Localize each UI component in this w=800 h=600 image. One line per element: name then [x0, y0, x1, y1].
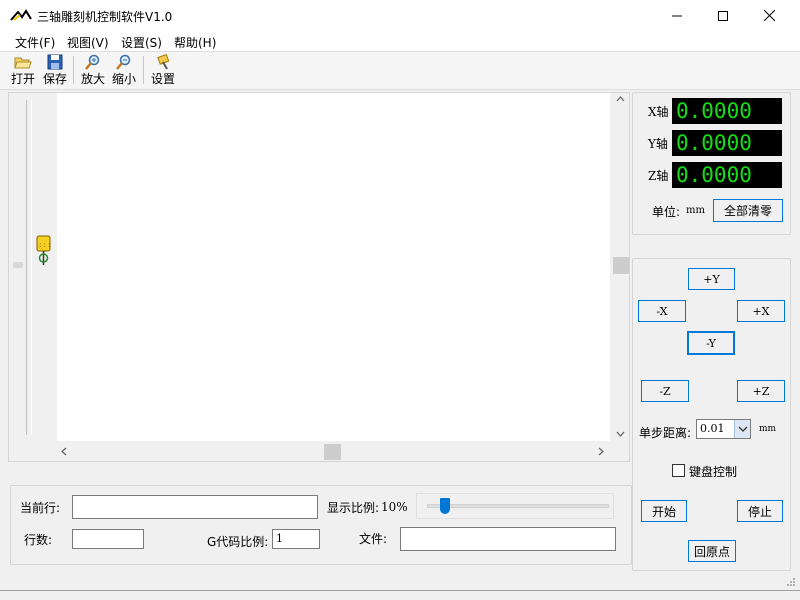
z-coordinate-display: 0.0000	[672, 162, 782, 188]
line-count-label: 行数:	[24, 533, 53, 547]
background-window-strip	[0, 590, 800, 600]
close-icon	[763, 10, 775, 21]
resize-grip-icon[interactable]	[784, 576, 796, 588]
close-button[interactable]	[746, 0, 792, 31]
settings-label: 设置	[150, 72, 175, 86]
wrench-settings-icon	[157, 54, 170, 70]
title-bar: 三轴雕刻机控制软件V1.0	[0, 0, 800, 31]
menu-view[interactable]: 视图(V)	[67, 34, 109, 51]
start-button[interactable]: 开始	[641, 500, 687, 522]
unit-value: mm	[686, 205, 705, 216]
keyboard-control-checkbox[interactable]	[672, 464, 685, 477]
spindle-tool-icon: : : :	[36, 235, 51, 265]
keyboard-control-label: 键盘控制	[689, 465, 738, 479]
folder-open-icon	[14, 57, 32, 69]
menu-help[interactable]: 帮助(H)	[174, 34, 216, 51]
vertical-scroll-thumb[interactable]	[613, 257, 629, 274]
stop-button[interactable]: 停止	[737, 500, 783, 522]
y-coordinate-display: 0.0000	[672, 130, 782, 156]
jog-minus-z-button[interactable]: -Z	[641, 380, 689, 402]
z-axis-label: Z轴	[648, 169, 669, 183]
display-scale-track	[427, 504, 609, 508]
scroll-left-icon[interactable]	[61, 447, 67, 456]
display-scale-label: 显示比例:	[327, 501, 380, 515]
zoom-in-label: 放大	[80, 72, 105, 86]
toolbar-separator	[143, 56, 144, 84]
file-label: 文件:	[359, 532, 388, 546]
line-count-field[interactable]	[72, 529, 144, 549]
open-label: 打开	[10, 72, 35, 86]
jog-plus-y-button[interactable]: +Y	[688, 268, 735, 290]
maximize-button[interactable]	[700, 0, 746, 31]
step-distance-label: 单步距离:	[639, 426, 692, 440]
step-distance-select[interactable]: 0.01	[696, 419, 751, 439]
vertical-slider-thumb[interactable]	[13, 262, 23, 268]
menu-file[interactable]: 文件(F)	[15, 34, 55, 51]
save-button[interactable]: 保存	[42, 54, 68, 88]
display-scale-thumb[interactable]	[440, 498, 451, 514]
zoom-in-icon	[85, 54, 100, 70]
step-distance-dropdown-button[interactable]	[734, 420, 750, 438]
gcode-scale-field[interactable]: 1	[272, 529, 320, 549]
floppy-disk-icon	[47, 54, 63, 70]
maximize-icon	[718, 10, 728, 21]
horizontal-scrollbar[interactable]	[57, 443, 610, 460]
zoom-out-button[interactable]: 缩小	[111, 54, 137, 88]
open-button[interactable]: 打开	[10, 54, 36, 88]
scroll-down-icon[interactable]	[616, 431, 625, 437]
clear-all-button[interactable]: 全部清零	[713, 199, 783, 222]
toolbar-separator	[73, 56, 74, 84]
zoom-out-label: 缩小	[111, 72, 136, 86]
chevron-down-icon	[738, 426, 748, 432]
zoom-in-button[interactable]: 放大	[80, 54, 106, 88]
menu-bar: 文件(F) 视图(V) 设置(S) 帮助(H)	[0, 31, 800, 52]
toolpath-canvas[interactable]	[57, 93, 610, 441]
main-window: 三轴雕刻机控制软件V1.0 文件(F) 视图(V) 设置(S) 帮助(H) 打开	[0, 0, 800, 600]
settings-button[interactable]: 设置	[150, 54, 176, 88]
file-path-field[interactable]	[400, 527, 616, 551]
scroll-up-icon[interactable]	[616, 96, 625, 102]
vertical-scrollbar[interactable]	[612, 93, 629, 441]
display-scale-value: 10%	[381, 500, 408, 514]
app-logo-icon	[10, 9, 32, 21]
zoom-out-icon	[116, 54, 131, 70]
jog-minus-y-button[interactable]: -Y	[687, 331, 735, 355]
y-axis-label: Y轴	[648, 137, 668, 151]
jog-plus-x-button[interactable]: +X	[737, 300, 785, 322]
scroll-right-icon[interactable]	[598, 447, 604, 456]
toolbar: 打开 保存 放大 缩小 设置	[0, 52, 800, 90]
save-label: 保存	[42, 72, 67, 86]
return-home-button[interactable]: 回原点	[688, 540, 736, 562]
step-unit: mm	[759, 424, 777, 434]
svg-text:: : :: : : :	[39, 241, 51, 249]
step-distance-value: 0.01	[700, 422, 725, 435]
minimize-icon	[672, 15, 682, 16]
gcode-scale-label: G代码比例:	[207, 535, 269, 549]
jog-minus-x-button[interactable]: -X	[638, 300, 686, 322]
jog-plus-z-button[interactable]: +Z	[737, 380, 785, 402]
x-axis-label: X轴	[648, 105, 669, 119]
horizontal-scroll-thumb[interactable]	[324, 444, 341, 460]
window-title: 三轴雕刻机控制软件V1.0	[37, 10, 173, 24]
minimize-button[interactable]	[654, 0, 700, 31]
menu-settings[interactable]: 设置(S)	[121, 34, 162, 51]
display-scale-slider[interactable]	[416, 493, 614, 519]
current-line-field[interactable]	[72, 495, 318, 519]
x-coordinate-display: 0.0000	[672, 98, 782, 124]
vertical-slider-track[interactable]	[26, 100, 32, 435]
current-line-label: 当前行:	[20, 501, 61, 515]
unit-label: 单位:	[652, 205, 681, 219]
